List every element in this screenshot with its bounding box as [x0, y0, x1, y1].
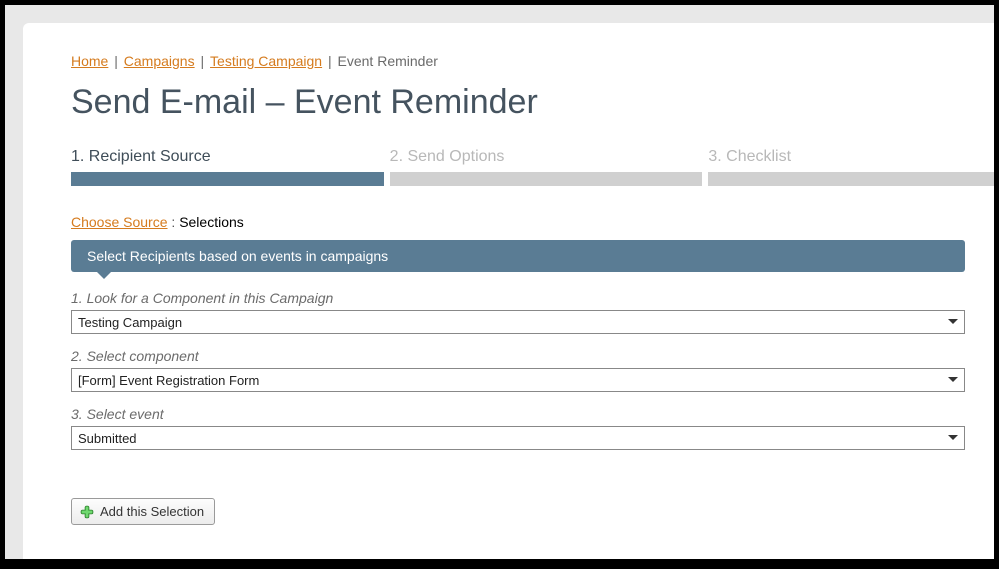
sub-nav: Choose Source : Selections — [71, 214, 994, 230]
select-component[interactable]: [Form] Event Registration Form — [71, 368, 965, 392]
wizard-steps: 1. Recipient Source 2. Send Options 3. C… — [71, 148, 994, 186]
step-label: 2. Send Options — [390, 148, 703, 166]
add-selection-label: Add this Selection — [100, 504, 204, 519]
step-bar — [71, 172, 384, 186]
breadcrumb-sep: | — [201, 53, 209, 69]
label-campaign: 1. Look for a Component in this Campaign — [71, 290, 965, 306]
page-title: Send E-mail – Event Reminder — [71, 83, 994, 122]
step-label: 3. Checklist — [708, 148, 994, 166]
banner-select-recipients: Select Recipients based on events in cam… — [71, 240, 965, 272]
breadcrumb-campaign-name[interactable]: Testing Campaign — [210, 53, 322, 69]
breadcrumb-campaigns[interactable]: Campaigns — [124, 53, 195, 69]
step-checklist[interactable]: 3. Checklist — [708, 148, 994, 186]
main-card: Home | Campaigns | Testing Campaign | Ev… — [23, 23, 994, 559]
add-selection-button[interactable]: Add this Selection — [71, 498, 215, 525]
label-event: 3. Select event — [71, 406, 965, 422]
step-recipient-source[interactable]: 1. Recipient Source — [71, 148, 384, 186]
plus-icon — [80, 505, 94, 519]
breadcrumb-sep: | — [114, 53, 122, 69]
choose-source-link[interactable]: Choose Source — [71, 214, 168, 230]
select-campaign[interactable]: Testing Campaign — [71, 310, 965, 334]
sub-nav-selections: Selections — [179, 214, 244, 230]
select-event[interactable]: Submitted — [71, 426, 965, 450]
breadcrumb-home[interactable]: Home — [71, 53, 108, 69]
label-component: 2. Select component — [71, 348, 965, 364]
step-label: 1. Recipient Source — [71, 148, 384, 166]
step-bar — [708, 172, 994, 186]
form-section: 1. Look for a Component in this Campaign… — [71, 290, 965, 450]
breadcrumb: Home | Campaigns | Testing Campaign | Ev… — [71, 53, 994, 69]
breadcrumb-sep: | — [328, 53, 336, 69]
breadcrumb-current: Event Reminder — [338, 53, 438, 69]
step-bar — [390, 172, 703, 186]
page-background: Home | Campaigns | Testing Campaign | Ev… — [5, 5, 994, 559]
step-send-options[interactable]: 2. Send Options — [390, 148, 703, 186]
